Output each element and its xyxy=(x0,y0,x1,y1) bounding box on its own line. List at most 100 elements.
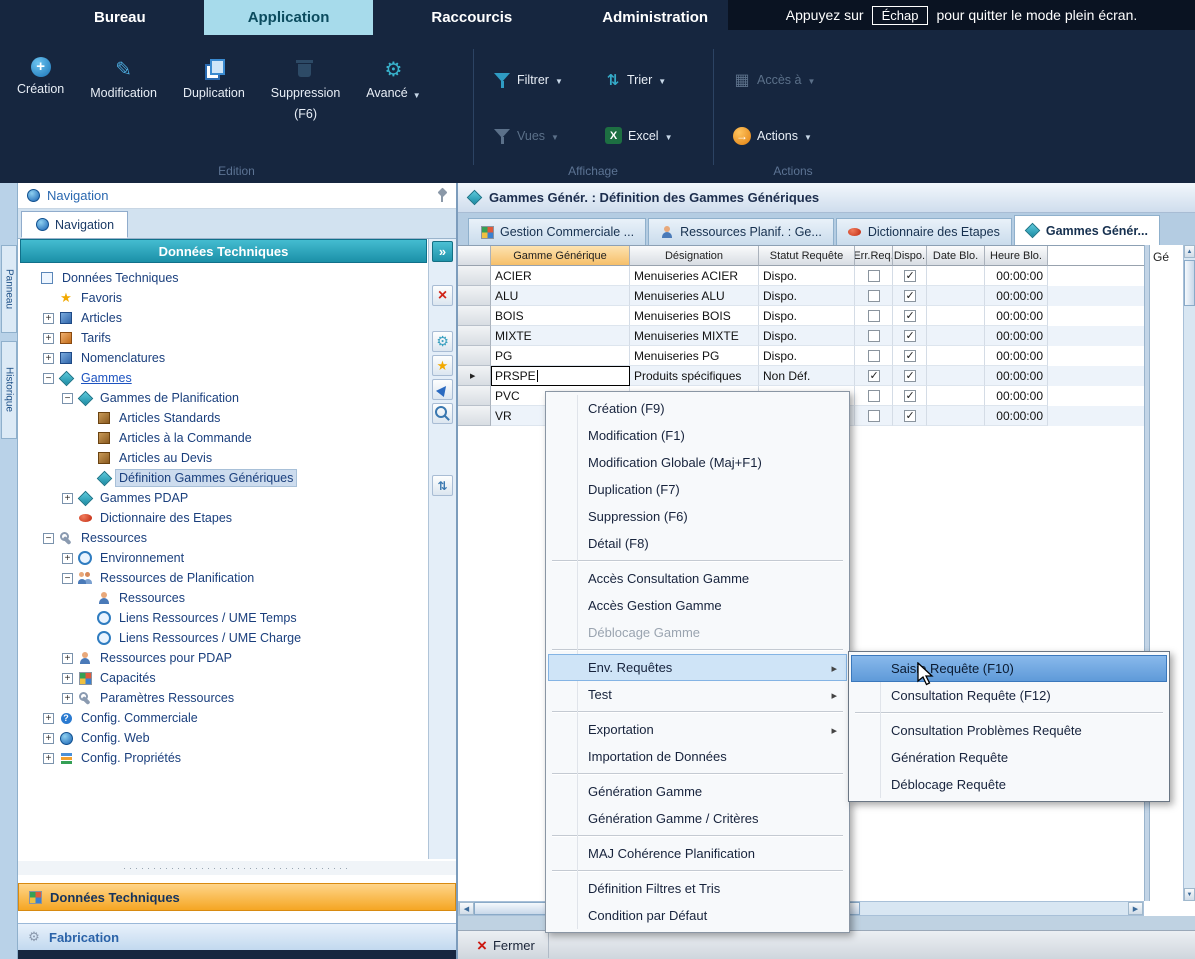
tree-expander-icon[interactable]: − xyxy=(62,393,73,404)
creation-button[interactable]: Création xyxy=(4,57,77,98)
tree-expander-icon[interactable]: + xyxy=(62,493,73,504)
tree-expander-icon[interactable]: + xyxy=(62,673,73,684)
scroll-down-icon[interactable] xyxy=(1184,888,1195,901)
tab-dictionnaire-des-etapes[interactable]: Dictionnaire des Etapes xyxy=(836,218,1012,245)
tree-item-config-web[interactable]: +Config. Web xyxy=(18,728,427,748)
cell-err-req[interactable] xyxy=(855,346,893,366)
cell-dispo[interactable] xyxy=(893,286,927,306)
context-menu-item-acces-consultation-gamme[interactable]: Accès Consultation Gamme xyxy=(548,565,847,592)
cell-gamme[interactable]: PG xyxy=(491,346,630,366)
checkbox-dispo[interactable] xyxy=(904,390,916,402)
tree-item-articles-standards[interactable]: Articles Standards xyxy=(18,408,427,428)
submenu-item-deblocage-requete[interactable]: Déblocage Requête xyxy=(851,771,1167,798)
chevron-down-icon[interactable] xyxy=(665,129,673,143)
context-menu-item-generation-gamme[interactable]: Génération Gamme xyxy=(548,778,847,805)
cell-statut-requete[interactable]: Dispo. xyxy=(759,286,855,306)
tree-item-articles-a-la-commande[interactable]: Articles à la Commande xyxy=(18,428,427,448)
cell-statut-requete[interactable]: Dispo. xyxy=(759,326,855,346)
cell-heure-blo[interactable]: 00:00:00 xyxy=(985,326,1048,346)
table-row-mixte[interactable]: MIXTEMenuiseries MIXTEDispo.00:00:00 xyxy=(458,326,1144,346)
dock-tab-panneau[interactable]: Panneau xyxy=(1,245,17,333)
suppression-button[interactable]: Suppression (F6) xyxy=(258,57,354,122)
tree-item-ressources-de-planification[interactable]: −Ressources de Planification xyxy=(18,568,427,588)
submenu-item-consultation-requete-f12[interactable]: Consultation Requête (F12) xyxy=(851,682,1167,709)
tree-expander-icon[interactable]: − xyxy=(43,373,54,384)
context-menu-item-duplication-f7[interactable]: Duplication (F7) xyxy=(548,476,847,503)
cell-err-req[interactable] xyxy=(855,386,893,406)
context-menu-item-importation-de-donnees[interactable]: Importation de Données xyxy=(548,743,847,770)
tree-item-config-proprietes[interactable]: +Config. Propriétés xyxy=(18,748,427,768)
cell-dispo[interactable] xyxy=(893,326,927,346)
row-selector[interactable] xyxy=(458,286,491,306)
cell-designation[interactable]: Menuiseries MIXTE xyxy=(630,326,759,346)
duplication-button[interactable]: Duplication xyxy=(170,57,258,102)
table-row-prspe[interactable]: PRSPEProduits spécifiquesNon Déf.00:00:0… xyxy=(458,366,1144,386)
collapse-panel-button[interactable] xyxy=(432,241,453,262)
cell-dispo[interactable] xyxy=(893,266,927,286)
context-menu-item-condition-par-defaut[interactable]: Condition par Défaut xyxy=(548,902,847,929)
table-row-acier[interactable]: ACIERMenuiseries ACIERDispo.00:00:00 xyxy=(458,266,1144,286)
row-selector[interactable] xyxy=(458,346,491,366)
cell-statut-requete[interactable]: Non Déf. xyxy=(759,366,855,386)
tree-item-gammes[interactable]: −Gammes xyxy=(18,368,427,388)
column-header-gamme-generique[interactable]: Gamme Générique xyxy=(491,246,630,266)
checkbox-err-req[interactable] xyxy=(868,270,880,282)
cell-date-blo[interactable] xyxy=(927,286,985,306)
top-tab-bureau[interactable]: Bureau xyxy=(62,0,178,35)
checkbox-dispo[interactable] xyxy=(904,350,916,362)
checkbox-err-req[interactable] xyxy=(868,410,880,422)
context-menu-item-test[interactable]: Test xyxy=(548,681,847,708)
cell-gamme[interactable]: PRSPE xyxy=(491,366,630,386)
tree-item-gammes-de-planification[interactable]: −Gammes de Planification xyxy=(18,388,427,408)
tree-expander-icon[interactable]: + xyxy=(62,693,73,704)
cell-err-req[interactable] xyxy=(855,326,893,346)
column-header-err-req[interactable]: Err.Req. xyxy=(855,246,893,266)
scroll-up-icon[interactable] xyxy=(1184,245,1195,258)
cell-date-blo[interactable] xyxy=(927,306,985,326)
tree-expander-icon[interactable]: + xyxy=(43,713,54,724)
cell-heure-blo[interactable]: 00:00:00 xyxy=(985,406,1048,426)
checkbox-err-req[interactable] xyxy=(868,390,880,402)
scroll-left-icon[interactable] xyxy=(459,902,474,915)
checkbox-dispo[interactable] xyxy=(904,310,916,322)
cell-heure-blo[interactable]: 00:00:00 xyxy=(985,366,1048,386)
cell-date-blo[interactable] xyxy=(927,386,985,406)
table-row-pg[interactable]: PGMenuiseries PGDispo.00:00:00 xyxy=(458,346,1144,366)
context-menu-item-suppression-f6[interactable]: Suppression (F6) xyxy=(548,503,847,530)
row-selector[interactable] xyxy=(458,406,491,426)
checkbox-err-req[interactable] xyxy=(868,310,880,322)
context-menu-item-env-requetes[interactable]: Env. Requêtes xyxy=(548,654,847,681)
cell-statut-requete[interactable]: Dispo. xyxy=(759,266,855,286)
column-header-statut-requete[interactable]: Statut Requête xyxy=(759,246,855,266)
cell-heure-blo[interactable]: 00:00:00 xyxy=(985,306,1048,326)
row-selector[interactable] xyxy=(458,386,491,406)
cell-dispo[interactable] xyxy=(893,306,927,326)
cell-date-blo[interactable] xyxy=(927,406,985,426)
tree-expander-icon[interactable]: + xyxy=(43,353,54,364)
tree-item-gammes-pdap[interactable]: +Gammes PDAP xyxy=(18,488,427,508)
cell-gamme[interactable]: ALU xyxy=(491,286,630,306)
dock-tab-historique[interactable]: Historique xyxy=(1,341,17,439)
context-menu-item-deblocage-gamme[interactable]: Déblocage Gamme xyxy=(548,619,847,646)
context-menu-item-modification-globale-maj-f1[interactable]: Modification Globale (Maj+F1) xyxy=(548,449,847,476)
column-header-dispo[interactable]: Dispo. xyxy=(893,246,927,266)
sidebar-section-donnees-techniques[interactable]: Données Techniques xyxy=(18,883,456,911)
checkbox-dispo[interactable] xyxy=(904,370,916,382)
settings-icon[interactable] xyxy=(432,331,453,352)
tree-item-parametres-ressources[interactable]: +Paramètres Ressources xyxy=(18,688,427,708)
tree-item-dictionnaire-des-etapes[interactable]: Dictionnaire des Etapes xyxy=(18,508,427,528)
cell-date-blo[interactable] xyxy=(927,346,985,366)
context-menu-item-creation-f9[interactable]: Création (F9) xyxy=(548,395,847,422)
cell-designation[interactable]: Menuiseries ACIER xyxy=(630,266,759,286)
tree-expander-icon[interactable]: + xyxy=(62,553,73,564)
tree-item-donnees-techniques[interactable]: Données Techniques xyxy=(18,268,427,288)
vertical-scrollbar-thumb[interactable] xyxy=(1184,260,1195,306)
tree-expander-icon[interactable]: − xyxy=(43,533,54,544)
checkbox-err-req[interactable] xyxy=(868,370,880,382)
tree-item-liens-ressources-ume-charge[interactable]: Liens Ressources / UME Charge xyxy=(18,628,427,648)
favorites-icon[interactable] xyxy=(432,355,453,376)
avance-button[interactable]: Avancé xyxy=(353,57,433,102)
sort-az-icon[interactable] xyxy=(432,475,453,496)
table-row-bois[interactable]: BOISMenuiseries BOISDispo.00:00:00 xyxy=(458,306,1144,326)
cell-date-blo[interactable] xyxy=(927,326,985,346)
